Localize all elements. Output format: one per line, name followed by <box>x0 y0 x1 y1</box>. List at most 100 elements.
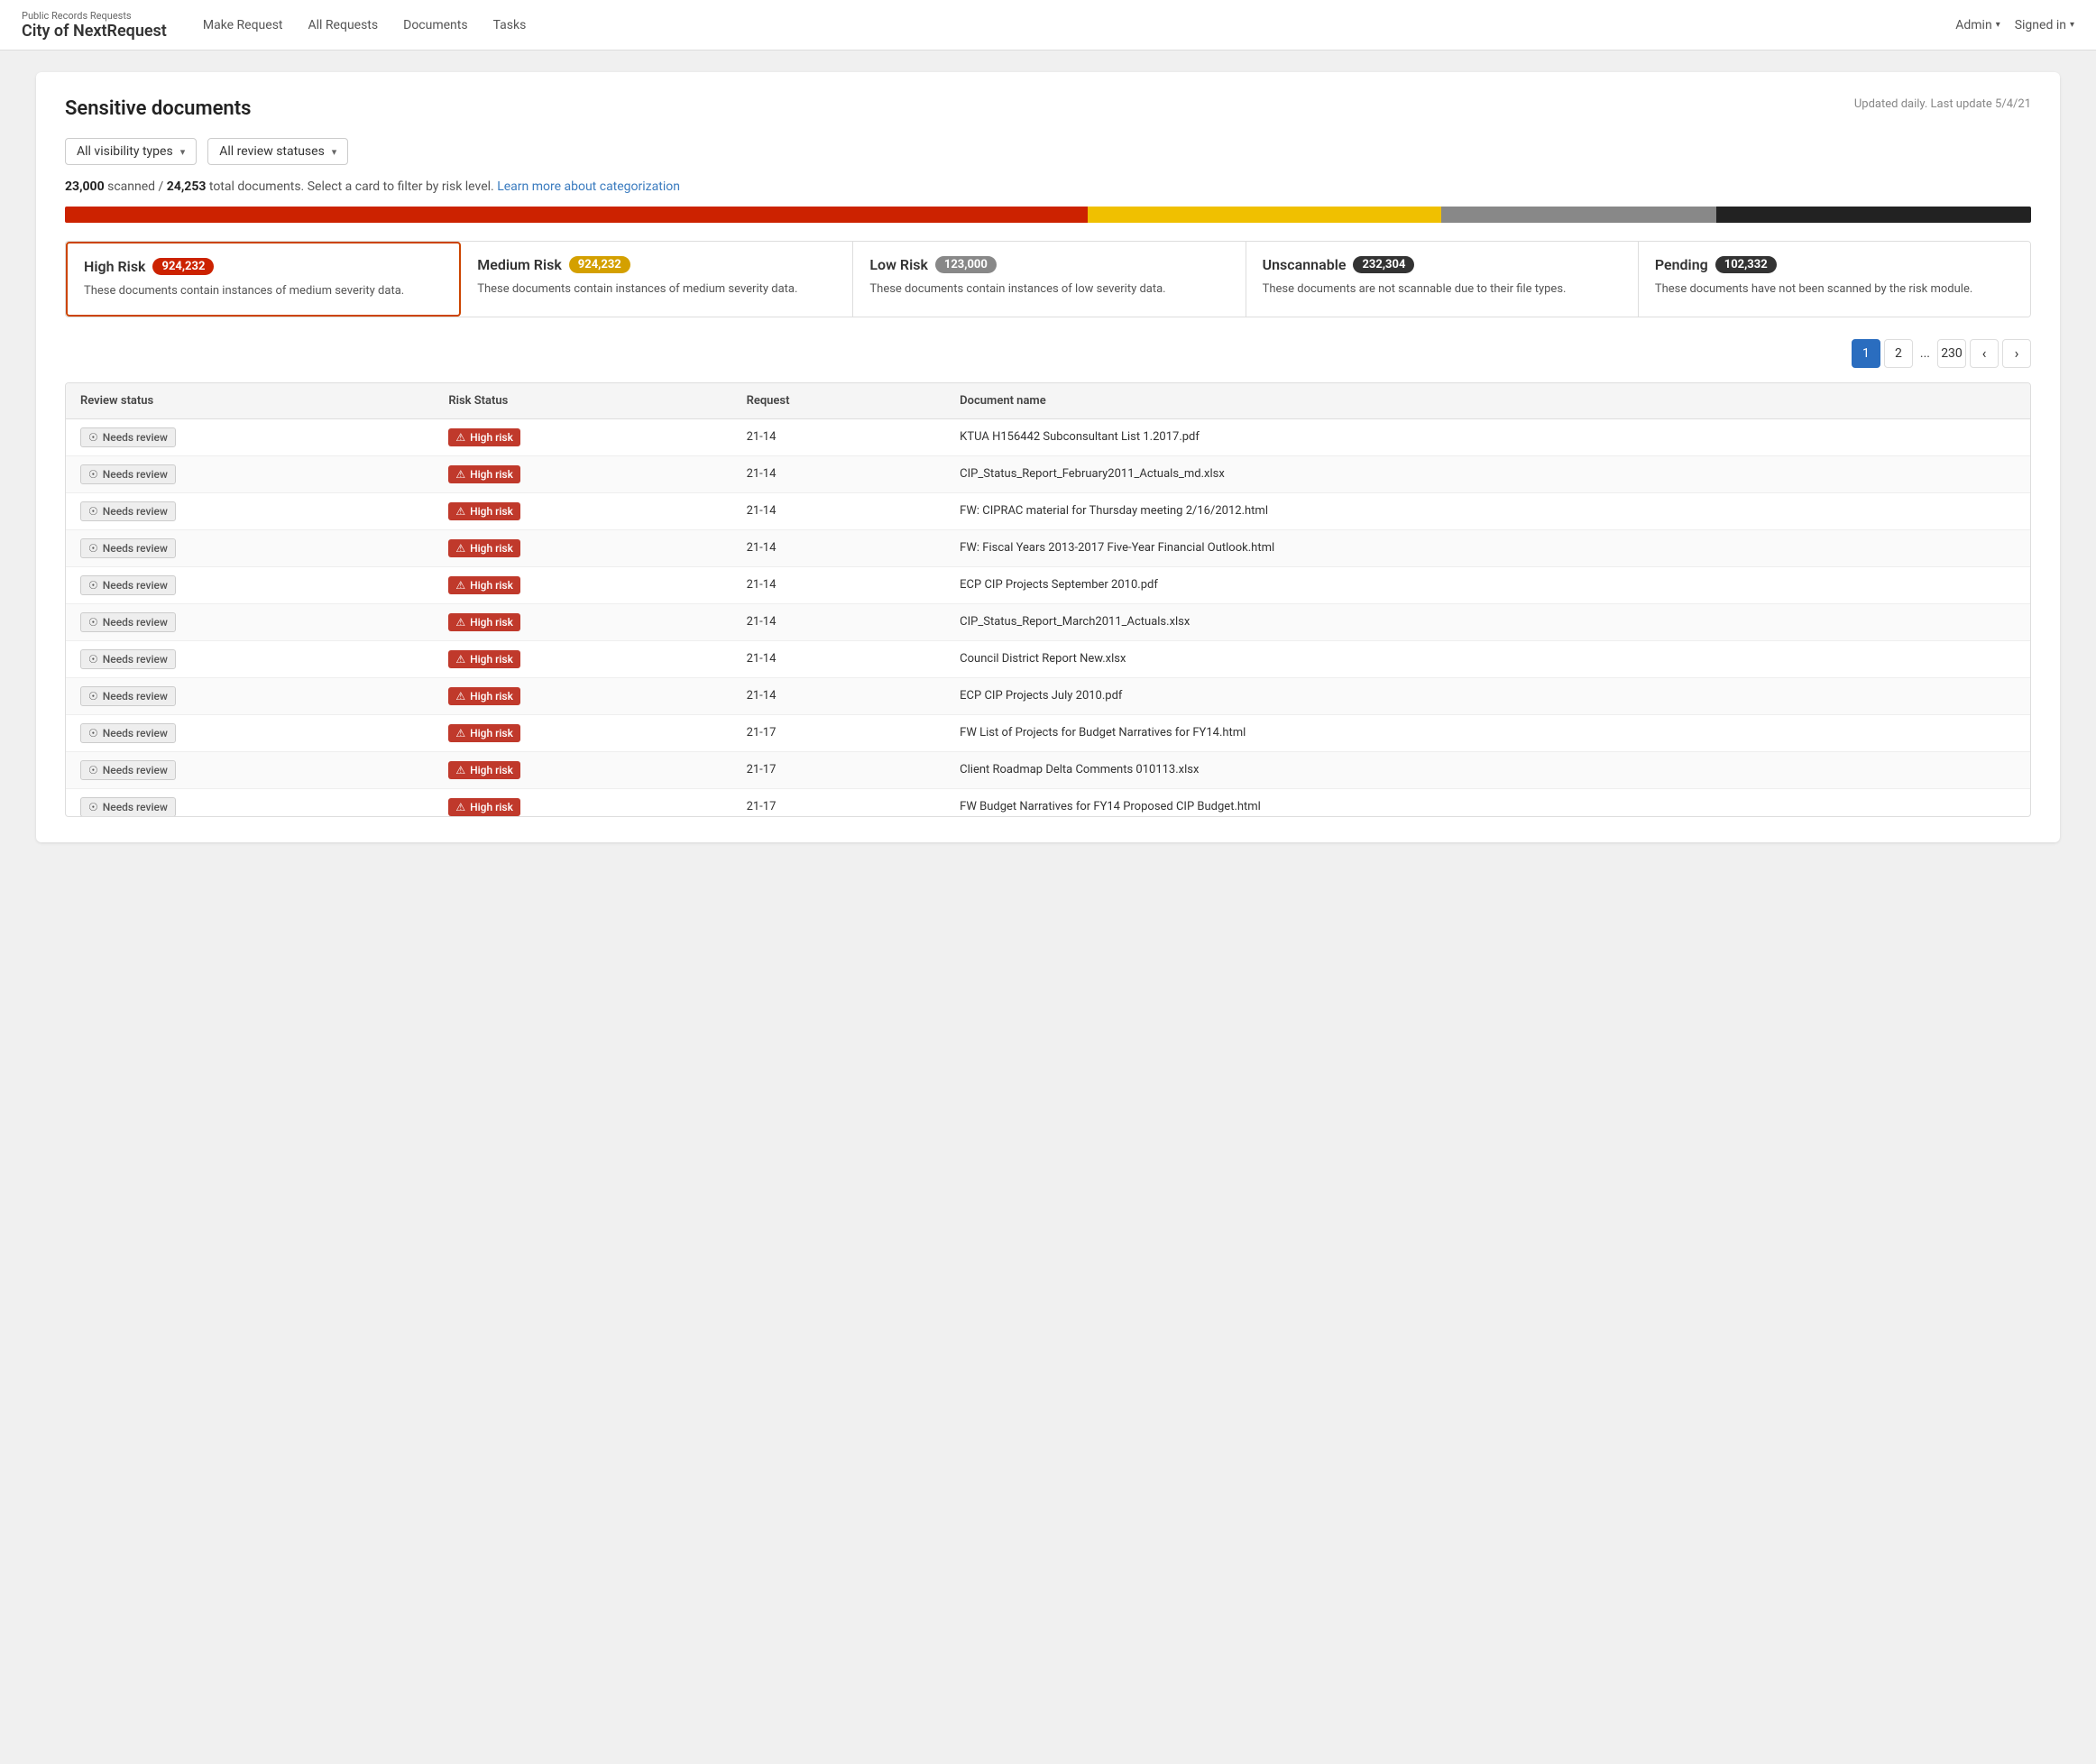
main-container: Sensitive documents Updated daily. Last … <box>0 51 2096 864</box>
cell-review-status: ☉ Needs review <box>66 788 434 816</box>
medium-risk-badge: 924,232 <box>569 256 630 273</box>
high-risk-status-badge: ⚠ High risk <box>448 465 520 483</box>
page-prev-btn[interactable]: ‹ <box>1970 339 1999 368</box>
nav-tasks[interactable]: Tasks <box>493 18 527 32</box>
review-icon: ☉ <box>88 468 98 481</box>
needs-review-badge: ☉ Needs review <box>80 723 176 743</box>
signed-in-dropdown[interactable]: Signed in ▾ <box>2015 18 2074 32</box>
page-230-btn[interactable]: 230 <box>1937 339 1966 368</box>
high-risk-status-badge: ⚠ High risk <box>448 502 520 520</box>
cell-request: 21-17 <box>732 714 946 751</box>
filters-row: All visibility types ▾ All review status… <box>65 138 2031 165</box>
visibility-filter[interactable]: All visibility types ▾ <box>65 138 197 165</box>
cell-review-status: ☉ Needs review <box>66 677 434 714</box>
page-title: Sensitive documents <box>65 97 251 120</box>
table-scroll[interactable]: Review status Risk Status Request Docume… <box>66 383 2030 816</box>
nav-all-requests[interactable]: All Requests <box>308 18 379 32</box>
high-risk-status-badge: ⚠ High risk <box>448 798 520 816</box>
cell-risk-status: ⚠ High risk <box>434 529 731 566</box>
cell-risk-status: ⚠ High risk <box>434 455 731 492</box>
table-row[interactable]: ☉ Needs review ⚠ High risk 21-17 Client … <box>66 751 2030 788</box>
review-icon: ☉ <box>88 653 98 666</box>
risk-card-unscannable[interactable]: Unscannable 232,304 These documents are … <box>1246 242 1639 317</box>
cell-request: 21-14 <box>732 455 946 492</box>
unscannable-title: Unscannable 232,304 <box>1263 256 1622 273</box>
cell-review-status: ☉ Needs review <box>66 492 434 529</box>
table-row[interactable]: ☉ Needs review ⚠ High risk 21-14 CIP_Sta… <box>66 455 2030 492</box>
page-next-btn[interactable]: › <box>2002 339 2031 368</box>
high-risk-desc: These documents contain instances of med… <box>84 282 443 300</box>
cell-request: 21-14 <box>732 640 946 677</box>
nav-make-request[interactable]: Make Request <box>203 18 283 32</box>
pending-badge: 102,332 <box>1715 256 1777 273</box>
bar-black <box>1716 207 2031 223</box>
needs-review-badge: ☉ Needs review <box>80 612 176 632</box>
table-row[interactable]: ☉ Needs review ⚠ High risk 21-17 FW List… <box>66 714 2030 751</box>
pagination: 1 2 ... 230 ‹ › <box>65 339 2031 368</box>
cell-review-status: ☉ Needs review <box>66 640 434 677</box>
cell-risk-status: ⚠ High risk <box>434 603 731 640</box>
high-risk-status-badge: ⚠ High risk <box>448 539 520 557</box>
cell-request: 21-14 <box>732 603 946 640</box>
cell-request: 21-14 <box>732 529 946 566</box>
table-row[interactable]: ☉ Needs review ⚠ High risk 21-14 KTUA H1… <box>66 418 2030 455</box>
table-row[interactable]: ☉ Needs review ⚠ High risk 21-14 ECP CIP… <box>66 566 2030 603</box>
table-row[interactable]: ☉ Needs review ⚠ High risk 21-17 FW Budg… <box>66 788 2030 816</box>
cell-review-status: ☉ Needs review <box>66 603 434 640</box>
low-risk-title: Low Risk 123,000 <box>869 256 1228 273</box>
admin-dropdown[interactable]: Admin ▾ <box>1955 18 1999 32</box>
table-row[interactable]: ☉ Needs review ⚠ High risk 21-14 ECP CIP… <box>66 677 2030 714</box>
page-2-btn[interactable]: 2 <box>1884 339 1913 368</box>
scanned-count: 23,000 <box>65 179 105 194</box>
risk-card-pending[interactable]: Pending 102,332 These documents have not… <box>1639 242 2030 317</box>
table-row[interactable]: ☉ Needs review ⚠ High risk 21-14 FW: Fis… <box>66 529 2030 566</box>
col-document-name: Document name <box>945 383 2030 419</box>
col-request: Request <box>732 383 946 419</box>
nav-right: Admin ▾ Signed in ▾ <box>1955 18 2074 32</box>
nav-supertitle: Public Records Requests <box>22 10 167 22</box>
risk-card-medium[interactable]: Medium Risk 924,232 These documents cont… <box>461 242 853 317</box>
cell-review-status: ☉ Needs review <box>66 751 434 788</box>
needs-review-badge: ☉ Needs review <box>80 427 176 447</box>
risk-card-low[interactable]: Low Risk 123,000 These documents contain… <box>853 242 1246 317</box>
review-status-filter[interactable]: All review statuses ▾ <box>207 138 348 165</box>
warning-icon: ⚠ <box>455 801 465 813</box>
review-status-chevron-icon: ▾ <box>332 146 337 158</box>
warning-icon: ⚠ <box>455 579 465 592</box>
cell-risk-status: ⚠ High risk <box>434 418 731 455</box>
review-icon: ☉ <box>88 505 98 518</box>
review-icon: ☉ <box>88 801 98 813</box>
cell-doc-name: CIP_Status_Report_March2011_Actuals.xlsx <box>945 603 2030 640</box>
cell-review-status: ☉ Needs review <box>66 455 434 492</box>
nav-links: Make Request All Requests Documents Task… <box>203 18 1955 32</box>
warning-icon: ⚠ <box>455 616 465 629</box>
learn-more-link[interactable]: Learn more about categorization <box>497 179 680 194</box>
cell-doc-name: KTUA H156442 Subconsultant List 1.2017.p… <box>945 418 2030 455</box>
medium-risk-title: Medium Risk 924,232 <box>477 256 836 273</box>
col-risk-status: Risk Status <box>434 383 731 419</box>
warning-icon: ⚠ <box>455 505 465 518</box>
cell-doc-name: Council District Report New.xlsx <box>945 640 2030 677</box>
medium-risk-desc: These documents contain instances of med… <box>477 280 836 299</box>
card-header: Sensitive documents Updated daily. Last … <box>65 97 2031 120</box>
high-risk-status-badge: ⚠ High risk <box>448 428 520 446</box>
page-1-btn[interactable]: 1 <box>1852 339 1880 368</box>
needs-review-badge: ☉ Needs review <box>80 464 176 484</box>
needs-review-badge: ☉ Needs review <box>80 575 176 595</box>
review-icon: ☉ <box>88 690 98 703</box>
cell-risk-status: ⚠ High risk <box>434 788 731 816</box>
cell-risk-status: ⚠ High risk <box>434 714 731 751</box>
nav-documents[interactable]: Documents <box>403 18 467 32</box>
pending-title: Pending 102,332 <box>1655 256 2014 273</box>
pending-desc: These documents have not been scanned by… <box>1655 280 2014 299</box>
cell-doc-name: FW List of Projects for Budget Narrative… <box>945 714 2030 751</box>
visibility-chevron-icon: ▾ <box>180 146 186 158</box>
table-row[interactable]: ☉ Needs review ⚠ High risk 21-14 CIP_Sta… <box>66 603 2030 640</box>
risk-progress-bar <box>65 207 2031 223</box>
risk-card-high[interactable]: High Risk 924,232 These documents contai… <box>66 242 461 317</box>
review-icon: ☉ <box>88 542 98 555</box>
table-row[interactable]: ☉ Needs review ⚠ High risk 21-14 Council… <box>66 640 2030 677</box>
cell-risk-status: ⚠ High risk <box>434 640 731 677</box>
table-row[interactable]: ☉ Needs review ⚠ High risk 21-14 FW: CIP… <box>66 492 2030 529</box>
review-icon: ☉ <box>88 764 98 776</box>
